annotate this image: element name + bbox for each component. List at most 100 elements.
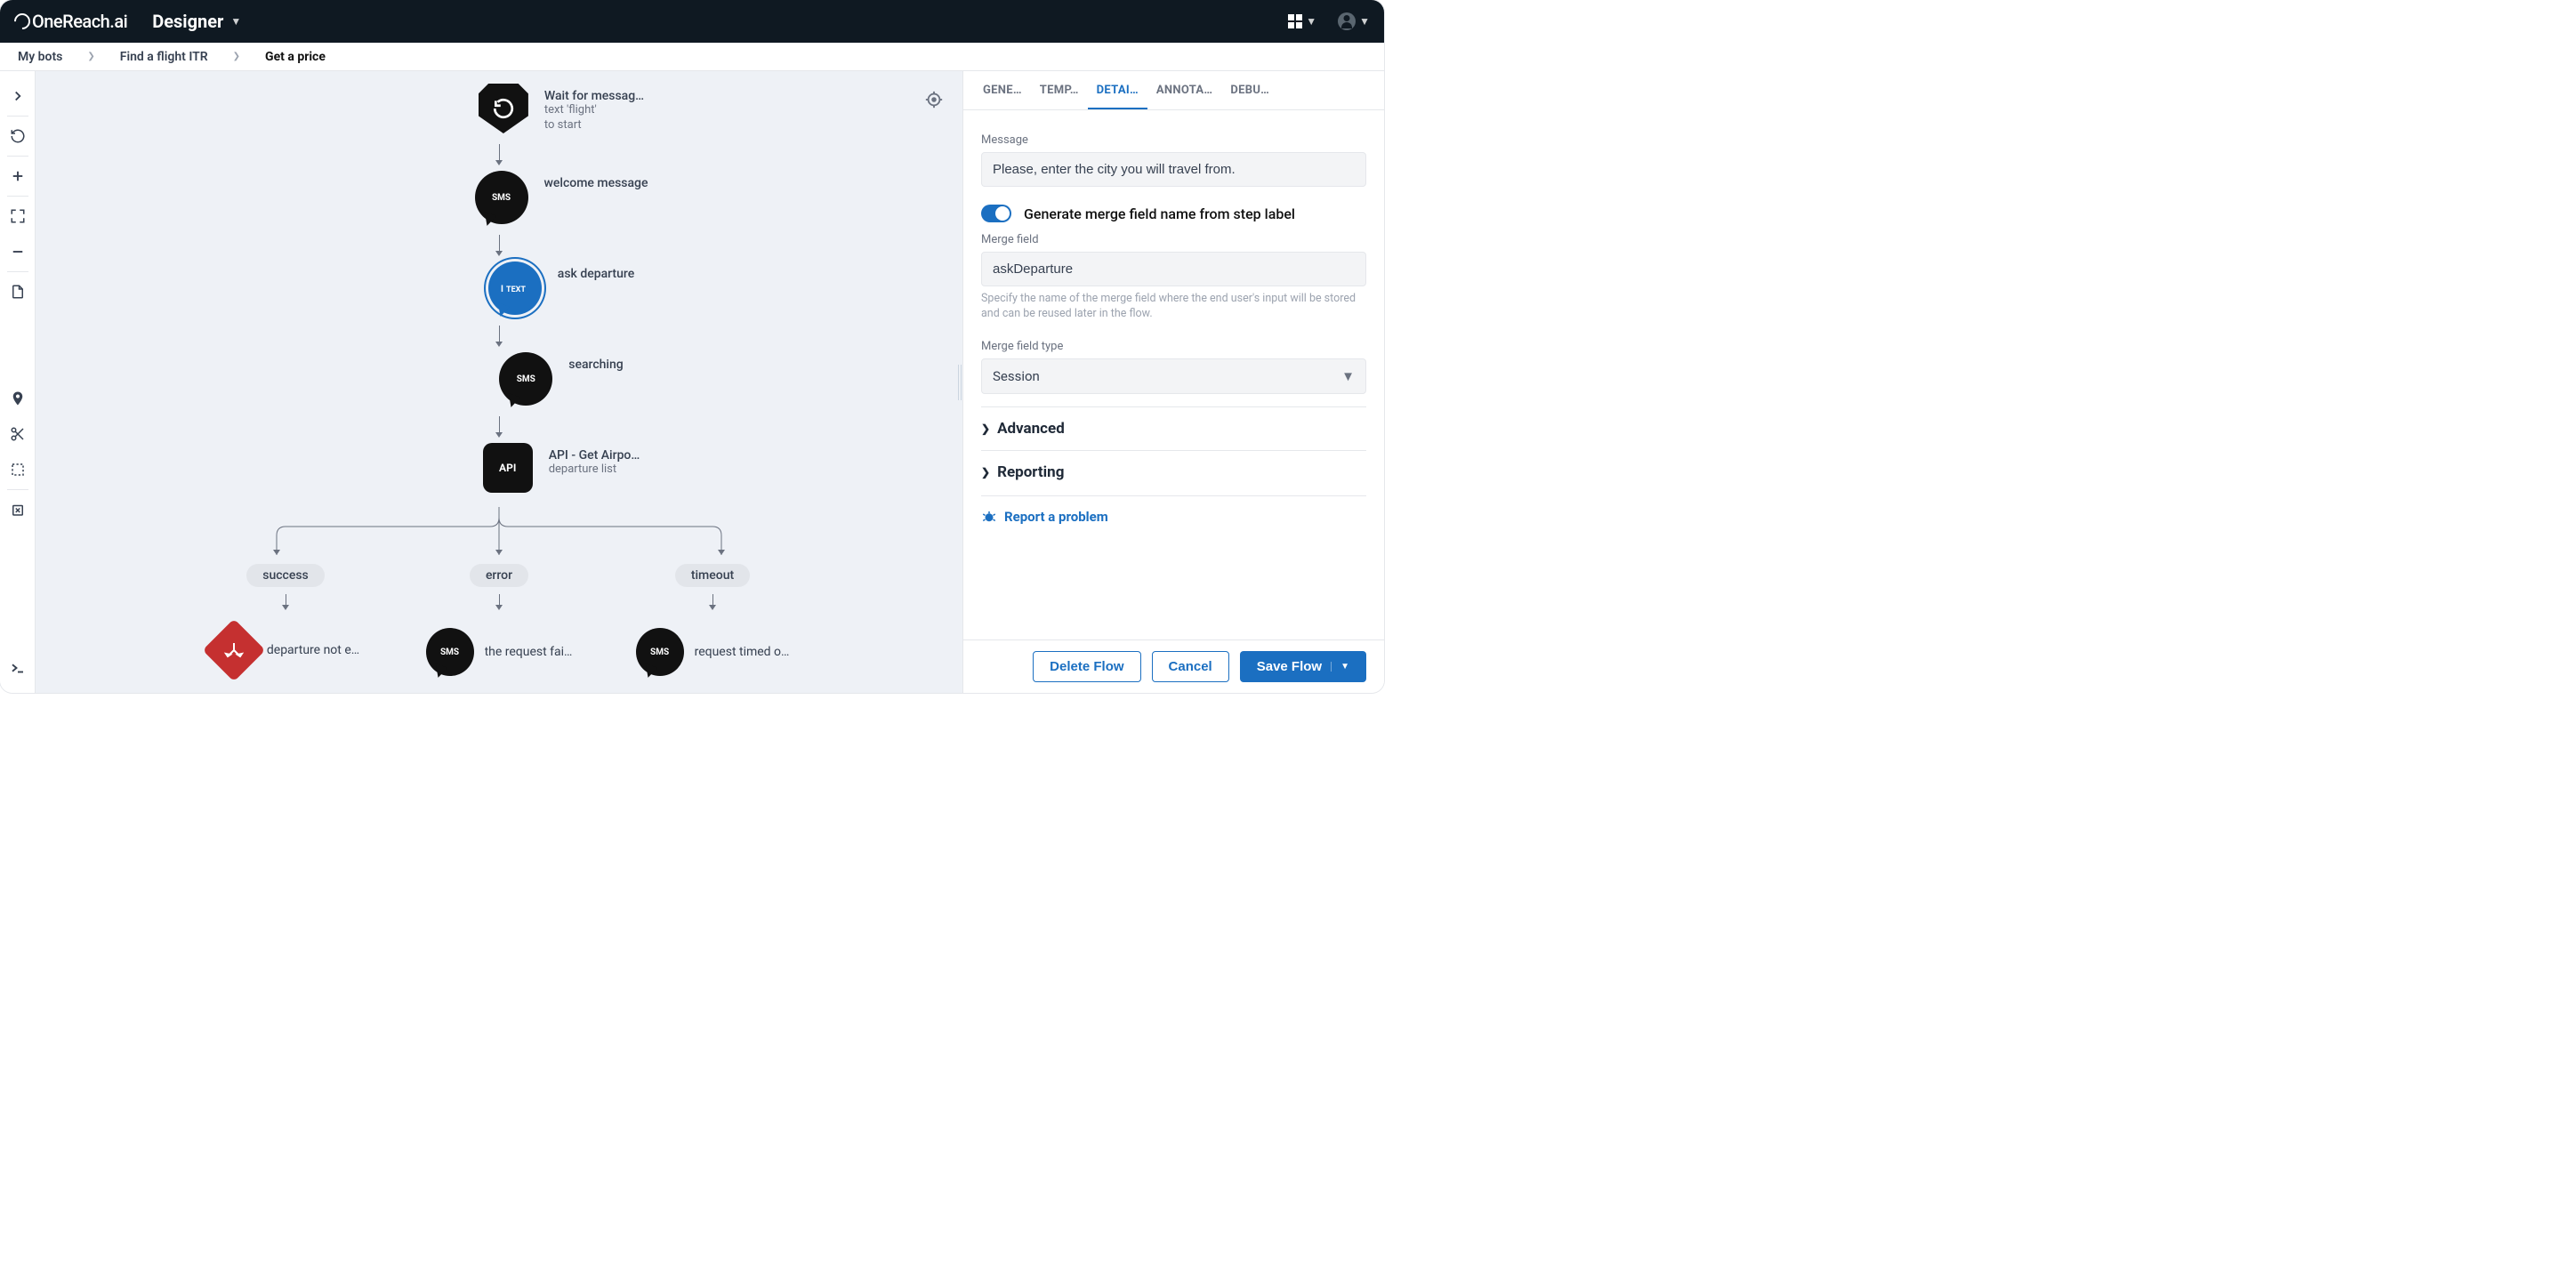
branch-label-error[interactable]: error xyxy=(470,564,528,587)
branch-container: success departure not e… error xyxy=(179,507,819,676)
panel-tabs: GENE… TEMP… DETAI… ANNOTA… DEBU… xyxy=(963,71,1384,110)
flow-node-timeout[interactable]: SMS request timed o… xyxy=(636,628,790,676)
branch-label-success[interactable]: success xyxy=(246,564,325,587)
app-switcher[interactable]: Designer ▼ xyxy=(152,11,241,32)
connector-arrow-icon xyxy=(709,594,716,610)
expand-panel-button[interactable] xyxy=(0,78,36,114)
node-title: request timed o… xyxy=(695,645,790,659)
tab-template[interactable]: TEMP… xyxy=(1031,71,1088,109)
flow-node-error[interactable]: SMS the request fai… xyxy=(426,628,573,676)
generate-merge-toggle[interactable] xyxy=(981,205,1011,222)
connector-arrow-icon xyxy=(495,416,503,438)
node-title: welcome message xyxy=(544,176,648,190)
node-title: API - Get Airpo… xyxy=(549,448,640,463)
merge-type-select[interactable]: Session ▼ xyxy=(981,358,1366,394)
save-flow-button[interactable]: Save Flow ▼ xyxy=(1240,651,1366,682)
branch-label-timeout[interactable]: timeout xyxy=(675,564,750,587)
merge-field-help: Specify the name of the merge field wher… xyxy=(981,292,1366,322)
node-title: the request fai… xyxy=(485,645,573,659)
merge-type-label: Merge field type xyxy=(981,340,1366,353)
fullscreen-button[interactable] xyxy=(0,198,36,234)
apps-grid-icon xyxy=(1288,14,1302,28)
chevron-right-icon: ❯ xyxy=(233,52,240,61)
connector-arrow-icon xyxy=(495,235,503,256)
text-input-icon: ITEXT xyxy=(488,261,542,315)
svg-text:TEXT: TEXT xyxy=(506,286,526,294)
refresh-button[interactable] xyxy=(0,118,36,154)
connector-arrow-icon xyxy=(495,326,503,347)
recenter-button[interactable] xyxy=(922,87,946,112)
chevron-right-icon: ❯ xyxy=(981,422,990,435)
cut-button[interactable] xyxy=(0,416,36,452)
avatar-icon xyxy=(1338,12,1356,30)
api-icon: API xyxy=(483,443,533,493)
delete-flow-button[interactable]: Delete Flow xyxy=(1033,651,1140,682)
sms-icon: SMS xyxy=(499,352,552,406)
breadcrumb-item[interactable]: Find a flight ITR xyxy=(120,50,208,64)
apps-menu[interactable]: ▼ xyxy=(1288,14,1316,28)
sms-icon: SMS xyxy=(636,628,684,676)
chevron-down-icon: ▼ xyxy=(230,15,241,28)
message-label: Message xyxy=(981,133,1366,147)
flow-canvas[interactable]: Wait for messag… text 'flight' to start … xyxy=(36,71,962,693)
brand-logo: OneReach.ai xyxy=(14,11,127,32)
logo-mark-icon xyxy=(11,10,33,32)
svg-text:I: I xyxy=(501,285,503,294)
merge-field-input[interactable] xyxy=(981,252,1366,286)
breadcrumb: My bots ❯ Find a flight ITR ❯ Get a pric… xyxy=(0,43,1384,71)
flow-node-searching[interactable]: SMS searching xyxy=(499,352,623,406)
chevron-down-icon: ▼ xyxy=(1359,15,1370,28)
brand-text: OneReach.ai xyxy=(32,11,127,32)
document-button[interactable] xyxy=(0,274,36,310)
tab-details[interactable]: DETAI… xyxy=(1088,71,1147,109)
selection-button[interactable] xyxy=(0,452,36,487)
reporting-section[interactable]: ❯ Reporting xyxy=(981,450,1366,494)
chevron-right-icon: ❯ xyxy=(981,466,990,479)
node-title: searching xyxy=(568,358,623,372)
flow-node-welcome[interactable]: SMS welcome message xyxy=(475,171,648,224)
panel-resize-handle[interactable] xyxy=(958,365,962,400)
app-name-label: Designer xyxy=(152,11,223,32)
flow-node-ask-departure[interactable]: ITEXT ask departure xyxy=(488,261,634,315)
left-toolbar xyxy=(0,71,36,693)
chevron-down-icon: ▼ xyxy=(1306,15,1316,28)
node-title: Wait for messag… xyxy=(544,89,644,103)
wait-icon xyxy=(479,84,528,133)
tab-annotations[interactable]: ANNOTA… xyxy=(1147,71,1221,109)
location-button[interactable] xyxy=(0,381,36,416)
breadcrumb-current: Get a price xyxy=(265,50,326,64)
decision-icon xyxy=(203,619,266,682)
message-input[interactable] xyxy=(981,152,1366,187)
collapse-button[interactable] xyxy=(0,234,36,269)
user-menu[interactable]: ▼ xyxy=(1338,12,1370,30)
top-bar: OneReach.ai Designer ▼ ▼ ▼ xyxy=(0,0,1384,43)
connector-arrow-icon xyxy=(282,594,289,610)
node-subtitle: text 'flight' xyxy=(544,103,644,118)
report-problem-link[interactable]: Report a problem xyxy=(981,495,1366,537)
breadcrumb-item[interactable]: My bots xyxy=(18,50,62,64)
flow-node-departure-decision[interactable]: departure not e… xyxy=(212,628,359,672)
flow-node-api[interactable]: API API - Get Airpo… departure list xyxy=(483,443,640,493)
select-value: Session xyxy=(993,368,1040,384)
terminal-button[interactable] xyxy=(0,650,36,686)
branch-connectors-icon xyxy=(179,507,819,560)
node-subtitle: departure list xyxy=(549,463,640,478)
tab-general[interactable]: GENE… xyxy=(974,71,1031,109)
connector-arrow-icon xyxy=(495,144,503,165)
advanced-section[interactable]: ❯ Advanced xyxy=(981,406,1366,450)
flow-node-wait[interactable]: Wait for messag… text 'flight' to start xyxy=(479,84,644,133)
node-subtitle: to start xyxy=(544,118,644,133)
connector-arrow-icon xyxy=(495,594,503,610)
delete-button[interactable] xyxy=(0,492,36,527)
sms-icon: SMS xyxy=(475,171,528,224)
chevron-down-icon: ▼ xyxy=(1341,368,1355,384)
toggle-label: Generate merge field name from step labe… xyxy=(1024,205,1295,222)
panel-footer: Delete Flow Cancel Save Flow ▼ xyxy=(963,640,1384,693)
cancel-button[interactable]: Cancel xyxy=(1152,651,1229,682)
details-panel: GENE… TEMP… DETAI… ANNOTA… DEBU… Message… xyxy=(962,71,1384,693)
bug-icon xyxy=(981,509,997,525)
add-button[interactable] xyxy=(0,158,36,194)
node-title: ask departure xyxy=(558,267,634,281)
tab-debug[interactable]: DEBU… xyxy=(1221,71,1278,109)
merge-field-label: Merge field xyxy=(981,233,1366,246)
